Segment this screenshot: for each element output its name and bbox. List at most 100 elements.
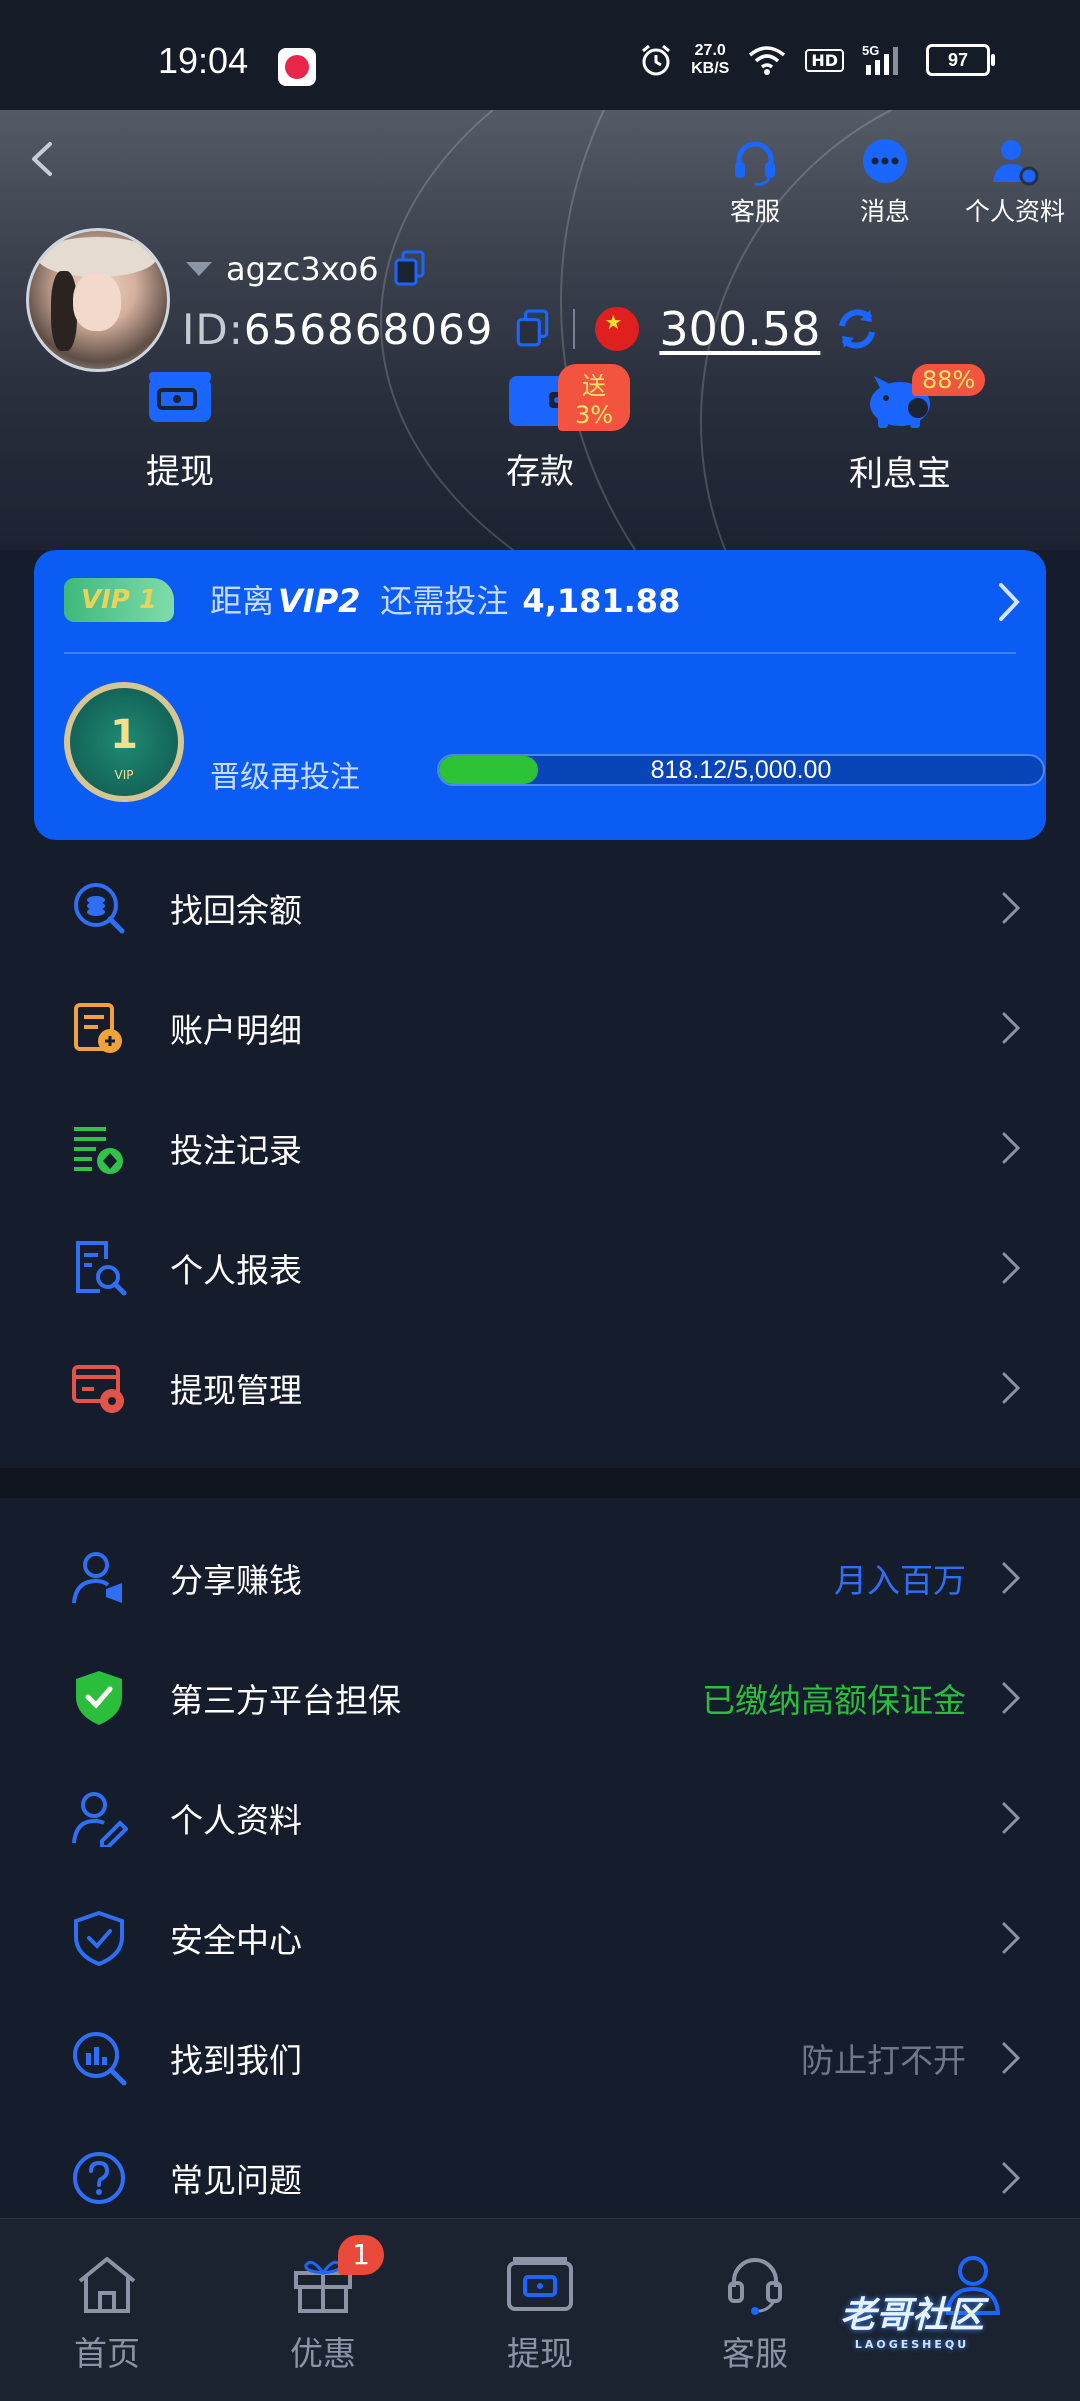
vip-progress-bar: 818.12/5,000.00	[437, 754, 1045, 786]
headset-icon	[728, 2258, 782, 2315]
profile-edit-icon	[72, 1792, 128, 1847]
share-earn-icon	[72, 1552, 122, 1604]
top-action-customer-service[interactable]: 客服	[690, 136, 820, 228]
chevron-right-icon	[1002, 1922, 1021, 1954]
vip-next-info: 距离 VIP2 还需投注 4,181.88	[210, 576, 680, 622]
quick-label: 存款	[506, 452, 574, 492]
chevron-right-icon	[1002, 1682, 1021, 1714]
nav-promotions[interactable]: 1 优惠	[248, 2235, 398, 2375]
vip-distance-label: 距离	[210, 582, 275, 620]
faq-icon	[73, 2152, 125, 2204]
username: agzc3xo6	[226, 250, 379, 288]
nav-label: 提现	[507, 2334, 573, 2373]
menu-item-profile[interactable]: 个人资料	[0, 1758, 1080, 1878]
top-action-label: 客服	[729, 197, 780, 226]
network-speed: 27.0 KB/S	[691, 42, 729, 78]
avatar-hat	[37, 237, 157, 277]
vip-need-amount: 4,181.88	[522, 582, 681, 620]
menu-label: 安全中心	[170, 1921, 302, 1960]
hd-indicator: HD	[805, 48, 844, 72]
profile-header: 客服 消息 个人资料 agzc3xo6 ID:656868069 ★ 300.5…	[0, 110, 1080, 550]
guarantee-shield-icon	[76, 1671, 122, 1725]
home-icon	[78, 2257, 136, 2313]
recover-balance-icon	[74, 883, 125, 934]
menu-group-account: 找回余额 账户明细 投注记录 个人报表 提现管理	[0, 848, 1080, 1448]
quick-label: 提现	[146, 452, 214, 492]
wifi-icon	[749, 46, 786, 75]
menu-extra-text: 月入百万	[834, 1561, 966, 1600]
vip-level-pill: VIP 1	[64, 578, 174, 622]
menu-item-third-party-guarantee[interactable]: 第三方平台担保 已缴纳高额保证金	[0, 1638, 1080, 1758]
vip-upgrade-label: 晋级再投注	[210, 760, 360, 795]
menu-item-find-us[interactable]: 找到我们 防止打不开	[0, 1998, 1080, 2118]
copy-id-icon[interactable]	[515, 309, 551, 349]
menu-item-share-earn[interactable]: 分享赚钱 月入百万	[0, 1518, 1080, 1638]
back-icon[interactable]	[18, 134, 68, 184]
vip-next-level: VIP2	[278, 582, 361, 620]
personal-report-icon	[76, 1241, 127, 1296]
chevron-right-icon[interactable]	[996, 580, 1022, 624]
quick-withdraw[interactable]: 提现	[90, 370, 270, 493]
menu-extra-text: 已缴纳高额保证金	[702, 1681, 966, 1720]
menu-item-withdraw-management[interactable]: 提现管理	[0, 1328, 1080, 1448]
status-time: 19:04	[158, 40, 249, 81]
nav-label: 首页	[74, 2334, 140, 2373]
chevron-right-icon	[1002, 2042, 1021, 2074]
menu-group-more: 分享赚钱 月入百万 第三方平台担保 已缴纳高额保证金 个人资料 安全中心 找到我…	[0, 1518, 1080, 2238]
menu-label: 个人资料	[170, 1801, 302, 1840]
menu-label: 个人报表	[170, 1251, 302, 1290]
menu-item-account-details[interactable]: 账户明细	[0, 968, 1080, 1088]
menu-label: 第三方平台担保	[170, 1681, 401, 1720]
chevron-right-icon	[1002, 2162, 1021, 2194]
menu-item-personal-report[interactable]: 个人报表	[0, 1208, 1080, 1328]
avatar[interactable]	[26, 228, 170, 372]
nav-label: 客服	[722, 2334, 788, 2373]
menu-item-recover-balance[interactable]: 找回余额	[0, 848, 1080, 968]
refresh-icon[interactable]	[834, 306, 880, 352]
balance-amount[interactable]: 300.58	[659, 302, 820, 356]
account-details-icon	[74, 1003, 122, 1053]
vip-badge-caption: VIP	[114, 768, 134, 782]
top-action-label: 消息	[859, 197, 910, 226]
quick-interest[interactable]: 88% 利息宝	[810, 364, 990, 495]
user-id-value: 656868069	[243, 304, 494, 354]
chevron-right-icon	[1002, 1012, 1021, 1044]
chevron-right-icon	[1002, 1252, 1021, 1284]
menu-label: 常见问题	[170, 2161, 302, 2200]
watermark-text: 老哥社区	[840, 2295, 985, 2336]
chevron-right-icon	[1002, 1802, 1021, 1834]
user-id: ID:656868069	[182, 305, 493, 354]
nav-label: 优惠	[290, 2334, 356, 2373]
menu-label: 找回余额	[170, 891, 302, 930]
vip-card[interactable]: VIP 1 距离 VIP2 还需投注 4,181.88 1 VIP 晋级再投注 …	[34, 550, 1046, 840]
chevron-right-icon	[1002, 1132, 1021, 1164]
status-icons: 27.0 KB/S HD 5G 97	[639, 42, 995, 78]
battery-indicator: 97	[926, 44, 995, 76]
menu-item-bet-records[interactable]: 投注记录	[0, 1088, 1080, 1208]
chevron-right-icon	[1002, 892, 1021, 924]
menu-label: 提现管理	[170, 1371, 302, 1410]
top-actions: 客服 消息 个人资料	[690, 136, 1080, 228]
nav-withdraw[interactable]: 提现	[465, 2253, 615, 2375]
chevron-right-icon	[1002, 1372, 1021, 1404]
nav-customer-service[interactable]: 客服	[680, 2253, 830, 2375]
headset-icon	[735, 141, 775, 186]
top-action-label: 个人资料	[964, 197, 1065, 226]
menu-item-security-center[interactable]: 安全中心	[0, 1878, 1080, 1998]
app-notification-icon	[278, 48, 316, 86]
top-action-messages[interactable]: 消息	[820, 136, 950, 228]
user-icon	[993, 140, 1039, 186]
nav-home[interactable]: 首页	[32, 2253, 182, 2375]
top-action-profile[interactable]: 个人资料	[950, 136, 1080, 228]
status-bar: 19:04 27.0 KB/S HD 5G 97	[0, 0, 1080, 110]
withdraw-icon	[507, 2257, 573, 2311]
menu-label: 账户明细	[170, 1011, 302, 1050]
security-shield-icon	[74, 1910, 124, 1967]
cell-signal-icon: 5G	[862, 43, 898, 75]
network-speed-value: 27.0	[694, 42, 726, 59]
copy-username-icon[interactable]	[393, 250, 427, 288]
watermark-logo: 老哥社区 LAOGESHEQU	[840, 2286, 984, 2351]
quick-deposit[interactable]: 送3% 存款	[450, 364, 630, 493]
avatar-face	[73, 273, 121, 331]
id-balance-row: ID:656868069 300.58	[182, 302, 880, 356]
